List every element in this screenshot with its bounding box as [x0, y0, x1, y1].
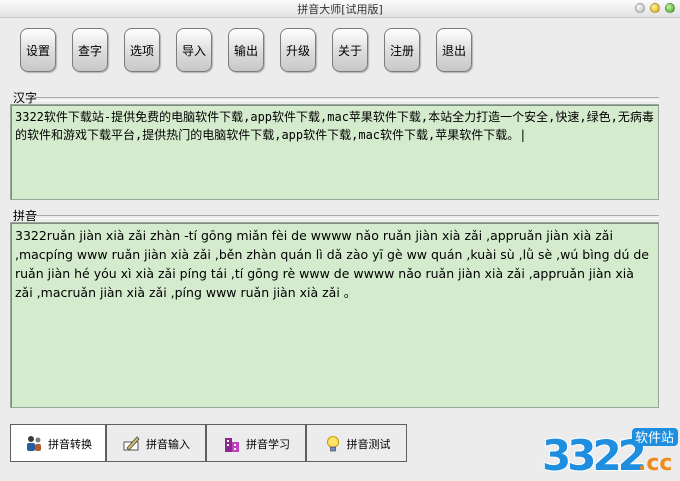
zoom-button[interactable] — [665, 3, 675, 13]
window-title: 拼音大师[试用版] — [297, 3, 383, 16]
watermark-logo: 3322 软件站 .cc — [540, 420, 680, 481]
tab-label: 拼音输入 — [146, 437, 190, 451]
tab-label: 拼音学习 — [246, 437, 290, 451]
app-window: 拼音大师[试用版] 设置 查字 选项 导入 输出 升级 关于 注册 退出 汉字 … — [0, 0, 680, 481]
tab-label: 拼音测试 — [346, 437, 391, 451]
pencil-icon — [122, 434, 142, 454]
tab-pinyin-convert[interactable]: 拼音转换 — [10, 424, 106, 462]
toolbar: 设置 查字 选项 导入 输出 升级 关于 注册 退出 — [0, 18, 680, 83]
lightbulb-icon — [323, 434, 343, 454]
tab-pinyin-input[interactable]: 拼音输入 — [106, 424, 206, 462]
upgrade-button[interactable]: 升级 — [280, 28, 316, 72]
lookup-char-button[interactable]: 查字 — [72, 28, 108, 72]
about-button[interactable]: 关于 — [332, 28, 368, 72]
tab-pinyin-test[interactable]: 拼音测试 — [306, 424, 407, 462]
hanzi-divider — [34, 97, 659, 101]
hanzi-textarea[interactable]: 3322软件下载站-提供免费的电脑软件下载,app软件下载,mac苹果软件下载,… — [10, 104, 659, 200]
watermark-domain: .cc — [638, 451, 672, 476]
export-button[interactable]: 输出 — [228, 28, 264, 72]
settings-button[interactable]: 设置 — [20, 28, 56, 72]
title-bar[interactable]: 拼音大师[试用版] — [0, 0, 680, 18]
import-button[interactable]: 导入 — [176, 28, 212, 72]
pinyin-textarea[interactable]: 3322ruǎn jiàn xià zǎi zhàn -tí gōng miǎn… — [10, 222, 659, 408]
close-button[interactable] — [635, 3, 645, 13]
watermark-tag: 软件站 — [635, 431, 674, 446]
register-button[interactable]: 注册 — [384, 28, 420, 72]
tab-label: 拼音转换 — [48, 437, 92, 451]
tab-baseline — [10, 461, 407, 462]
exit-button[interactable]: 退出 — [436, 28, 472, 72]
options-button[interactable]: 选项 — [124, 28, 160, 72]
people-icon — [24, 434, 44, 454]
pinyin-divider — [34, 215, 659, 219]
tab-pinyin-learn[interactable]: 拼音学习 — [206, 424, 306, 462]
building-icon — [222, 434, 242, 454]
watermark-number: 3322 — [542, 431, 644, 480]
minimize-button[interactable] — [650, 3, 660, 13]
